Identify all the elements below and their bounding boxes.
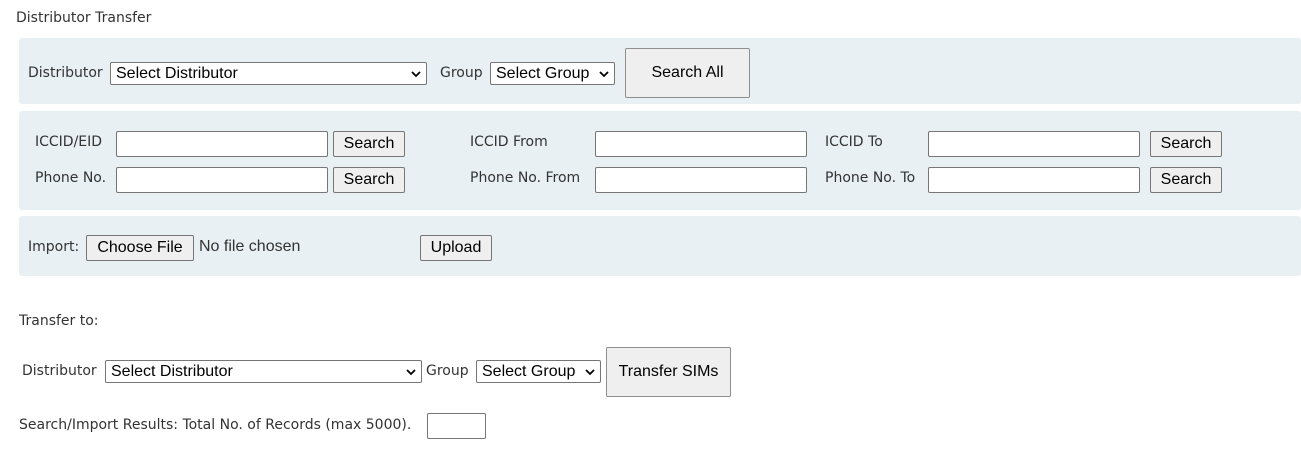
import-label: Import: bbox=[28, 239, 80, 255]
phone-to-label: Phone No. To bbox=[825, 170, 916, 186]
page-title: Distributor Transfer bbox=[16, 10, 152, 26]
phone-search-button[interactable]: Search bbox=[333, 167, 405, 193]
iccid-from-input[interactable] bbox=[595, 131, 807, 157]
chevron-down-icon bbox=[411, 70, 421, 77]
iccid-search-button[interactable]: Search bbox=[333, 131, 405, 157]
iccid-to-input[interactable] bbox=[928, 131, 1140, 157]
chevron-down-icon bbox=[599, 70, 609, 77]
transfer-distributor-select-value: Select Distributor bbox=[111, 362, 233, 380]
transfer-distributor-label: Distributor bbox=[22, 363, 97, 379]
choose-file-button[interactable]: Choose File bbox=[86, 235, 194, 261]
results-label: Search/Import Results: Total No. of Reco… bbox=[19, 417, 412, 433]
iccid-from-label: ICCID From bbox=[470, 134, 548, 150]
group-label: Group bbox=[440, 65, 483, 81]
upload-button[interactable]: Upload bbox=[420, 235, 492, 261]
phone-to-input[interactable] bbox=[928, 167, 1140, 193]
file-status-text: No file chosen bbox=[199, 238, 301, 255]
phone-label: Phone No. bbox=[35, 170, 107, 186]
iccid-eid-input[interactable] bbox=[116, 131, 328, 157]
chevron-down-icon bbox=[406, 368, 416, 375]
distributor-label: Distributor bbox=[28, 65, 103, 81]
group-select[interactable]: Select Group bbox=[490, 62, 615, 85]
distributor-select[interactable]: Select Distributor bbox=[110, 62, 427, 85]
search-all-button[interactable]: Search All bbox=[625, 48, 750, 98]
phone-range-search-button[interactable]: Search bbox=[1150, 167, 1222, 193]
iccid-eid-label: ICCID/EID bbox=[35, 134, 103, 150]
phone-from-input[interactable] bbox=[595, 167, 807, 193]
results-count-field bbox=[427, 413, 486, 439]
transfer-sims-button[interactable]: Transfer SIMs bbox=[606, 347, 731, 397]
phone-input[interactable] bbox=[116, 167, 328, 193]
transfer-group-select[interactable]: Select Group bbox=[476, 360, 601, 383]
iccid-to-label: ICCID To bbox=[825, 134, 883, 150]
distributor-select-value: Select Distributor bbox=[116, 64, 238, 82]
transfer-heading: Transfer to: bbox=[19, 313, 99, 329]
transfer-distributor-select[interactable]: Select Distributor bbox=[105, 360, 422, 383]
transfer-group-select-value: Select Group bbox=[482, 362, 576, 380]
range-search-panel bbox=[19, 111, 1301, 210]
iccid-range-search-button[interactable]: Search bbox=[1150, 131, 1222, 157]
group-select-value: Select Group bbox=[496, 64, 590, 82]
chevron-down-icon bbox=[585, 368, 595, 375]
phone-from-label: Phone No. From bbox=[470, 170, 581, 186]
transfer-group-label: Group bbox=[426, 363, 469, 379]
